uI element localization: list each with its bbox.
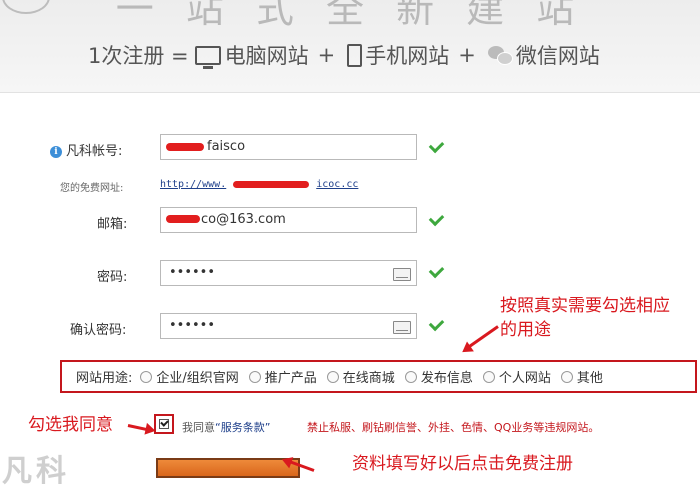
purpose-option[interactable]: 其他: [560, 367, 603, 386]
valid-check-icon: [428, 315, 445, 332]
plus-sign: +: [317, 43, 336, 67]
purpose-hint-line2: 的用途: [500, 320, 551, 340]
purpose-option[interactable]: 在线商城: [326, 367, 395, 386]
confirm-password-input[interactable]: ••••••: [160, 313, 417, 339]
agree-text: 我同意“服务条款”: [182, 419, 270, 435]
option-label: 发布信息: [420, 371, 473, 386]
password-label: 密码:: [97, 270, 128, 285]
email-label: 邮箱:: [97, 217, 128, 232]
banner-subtitle: 1次注册 = 电脑网站 + 手机网站 + 微信网站: [88, 40, 600, 70]
purpose-option[interactable]: 发布信息: [404, 367, 473, 386]
password-input[interactable]: ••••••: [160, 260, 417, 286]
wechat-site-label: 微信网站: [515, 44, 600, 68]
option-label: 推广产品: [264, 371, 317, 386]
free-register-button[interactable]: [156, 458, 300, 478]
radio-icon[interactable]: [560, 370, 573, 383]
free-url-suffix: icoc.cc: [316, 179, 359, 190]
option-label: 个人网站: [498, 371, 551, 386]
free-url-label: 您的免费网址:: [60, 183, 124, 194]
prohibited-notice: 禁止私服、刷钻刷信誉、外挂、色情、QQ业务等违规网站。: [307, 421, 600, 434]
account-label-text: 凡科帐号:: [66, 144, 123, 159]
phone-icon: [347, 43, 363, 67]
valid-check-icon: [428, 210, 445, 227]
terms-link[interactable]: “服务条款”: [215, 421, 270, 434]
checkmark-icon: [159, 419, 169, 429]
pc-site-label: 电脑网站: [224, 44, 309, 68]
valid-check-icon: [428, 137, 445, 154]
agree-hint: 勾选我同意: [28, 415, 113, 435]
purpose-option[interactable]: 个人网站: [482, 367, 551, 386]
radio-icon[interactable]: [140, 370, 153, 383]
account-label: i 凡科帐号:: [50, 140, 122, 159]
info-icon: i: [50, 146, 62, 158]
banner-title: 一 站 式 全 新 建 站: [115, 0, 585, 31]
arrow-icon: [467, 325, 499, 349]
radio-icon[interactable]: [326, 370, 339, 383]
wechat-site: 微信网站: [485, 40, 600, 70]
pc-site: 电脑网站: [189, 40, 309, 70]
keyboard-icon[interactable]: [393, 268, 411, 281]
radio-icon[interactable]: [404, 370, 417, 383]
confirm-password-label: 确认密码:: [70, 323, 127, 338]
submit-hint: 资料填写好以后点击免费注册: [352, 454, 573, 474]
free-url-prefix: http://www.: [160, 179, 227, 190]
redaction-mark: [233, 181, 309, 188]
purpose-hint: 按照真实需要勾选相应: [500, 296, 670, 316]
agree-prefix: 我同意: [182, 421, 215, 434]
mobile-site-label: 手机网站: [365, 44, 450, 68]
monitor-icon: [194, 45, 221, 69]
header-banner: 一 站 式 全 新 建 站 1次注册 = 电脑网站 + 手机网站 + 微信网站: [0, 0, 700, 93]
redaction-mark: [166, 143, 204, 151]
arrow-icon: [127, 424, 148, 432]
keyboard-icon[interactable]: [393, 321, 411, 334]
purpose-options: 网站用途: 企业/组织官网 推广产品 在线商城 发布信息 个人网站 其他: [60, 360, 697, 393]
purpose-option[interactable]: 推广产品: [248, 367, 317, 386]
redaction-mark: [166, 215, 200, 223]
plus-sign: +: [458, 43, 476, 67]
radio-icon[interactable]: [482, 370, 495, 383]
subtitle-prefix: 1次注册 =: [88, 44, 189, 68]
valid-check-icon: [428, 262, 445, 279]
password-value: ••••••: [169, 265, 216, 280]
option-label: 其他: [576, 371, 603, 386]
confirm-password-value: ••••••: [169, 318, 216, 333]
option-label: 在线商城: [342, 371, 395, 386]
agree-checkbox[interactable]: [154, 414, 174, 434]
purpose-label: 网站用途:: [76, 371, 133, 386]
option-label: 企业/组织官网: [156, 371, 239, 386]
radio-icon[interactable]: [248, 370, 261, 383]
mobile-site: 手机网站: [344, 40, 449, 70]
brand-watermark: 凡科: [2, 454, 70, 489]
wechat-icon: [487, 46, 513, 65]
purpose-option[interactable]: 企业/组织官网: [140, 367, 239, 386]
